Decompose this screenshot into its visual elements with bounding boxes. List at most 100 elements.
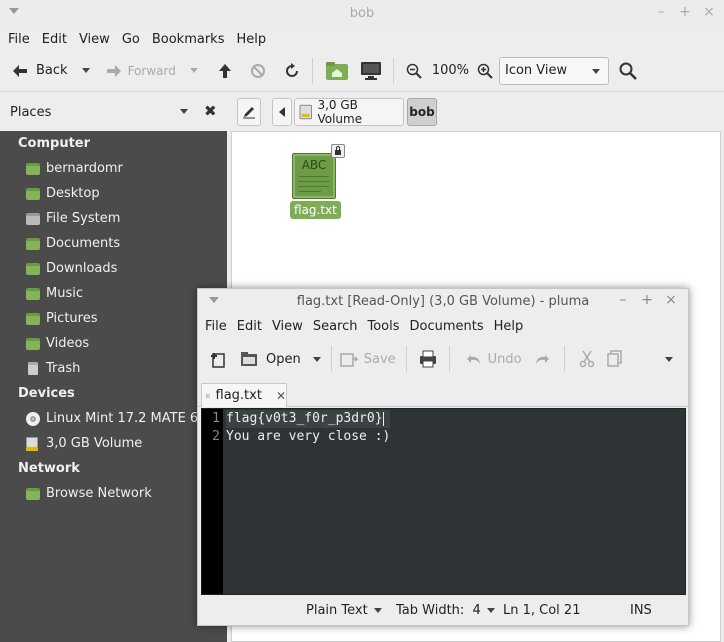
sidebar-item-downloads[interactable]: Downloads: [0, 256, 227, 281]
close-tab-button[interactable]: ✕: [276, 389, 286, 403]
tab-flag-txt[interactable]: flag.txt ✕: [201, 383, 287, 407]
chevron-down-icon: [486, 608, 495, 613]
menu-help[interactable]: Help: [230, 32, 272, 47]
sidebar-item-volume[interactable]: 3,0 GB Volume: [0, 431, 227, 456]
sidebar-item-filesystem[interactable]: File System: [0, 206, 227, 231]
window-titlebar[interactable]: bob – + ×: [0, 0, 724, 28]
toolbar-separator: [405, 346, 407, 372]
lock-icon: [331, 144, 345, 158]
cut-icon[interactable]: [579, 350, 595, 368]
forward-history-dropdown[interactable]: [189, 68, 198, 73]
stop-icon[interactable]: [250, 63, 266, 79]
menu-bookmarks[interactable]: Bookmarks: [146, 32, 231, 47]
print-icon[interactable]: [419, 350, 437, 368]
editor-statusbar: Plain Text Tab Width: 4 Ln 1, Col 21 INS: [198, 597, 688, 625]
toolbar-separator: [330, 346, 332, 372]
back-history-dropdown[interactable]: [81, 68, 90, 73]
folder-icon: [26, 262, 40, 275]
redo-icon[interactable]: [534, 352, 550, 366]
menu-tools[interactable]: Tools: [362, 319, 404, 334]
sidebar-item-linux-mint-disc[interactable]: Linux Mint 17.2 MATE 6...: [0, 406, 227, 431]
location-bar: Places ✖ 3,0 GB Volume bob: [0, 93, 724, 131]
save-button[interactable]: Save: [339, 351, 396, 367]
folder-icon: [26, 337, 40, 350]
menu-edit[interactable]: Edit: [232, 319, 267, 334]
undo-button[interactable]: Undo: [466, 352, 522, 367]
menu-file[interactable]: File: [200, 319, 232, 334]
network-folder-icon: [26, 487, 40, 500]
menu-file[interactable]: File: [2, 32, 36, 47]
up-arrow-icon[interactable]: [218, 63, 232, 79]
back-button[interactable]: Back: [12, 63, 68, 78]
file-item[interactable]: ABC flag.txt: [290, 144, 345, 223]
zoom-in-icon[interactable]: [477, 63, 493, 79]
path-volume-button[interactable]: 3,0 GB Volume: [294, 98, 404, 126]
sidebar-item-home[interactable]: bernardomr: [0, 156, 227, 181]
menu-documents[interactable]: Documents: [405, 319, 489, 334]
view-mode-select[interactable]: Icon View: [499, 56, 609, 85]
sidebar-item-music[interactable]: Music: [0, 281, 227, 306]
chevron-left-icon: [279, 107, 285, 117]
drive-icon: [26, 212, 40, 225]
reload-icon[interactable]: [284, 62, 300, 79]
back-arrow-icon: [13, 64, 27, 77]
sidebar-section-network: Network: [18, 461, 80, 476]
path-current-button[interactable]: bob: [407, 98, 437, 126]
open-button[interactable]: Open: [240, 351, 301, 367]
maximize-button[interactable]: +: [678, 4, 692, 20]
search-icon[interactable]: [619, 62, 637, 80]
editor-titlebar[interactable]: flag.txt [Read-Only] (3,0 GB Volume) - p…: [198, 289, 688, 315]
computer-icon[interactable]: [359, 61, 383, 81]
tab-width-select[interactable]: Tab Width: 4: [396, 603, 495, 618]
menu-search[interactable]: Search: [308, 319, 363, 334]
edit-location-button[interactable]: [237, 98, 261, 126]
home-folder-icon: [26, 162, 40, 175]
copy-icon[interactable]: [606, 350, 623, 368]
menu-view[interactable]: View: [267, 319, 308, 334]
toolbar-separator: [448, 346, 450, 372]
close-button[interactable]: ×: [664, 292, 678, 308]
sidebar-section-devices: Devices: [18, 386, 75, 401]
minimize-button[interactable]: –: [654, 4, 668, 20]
text-editor-area[interactable]: 1 2 flag{v0t3_f0r_p3dr0} You are very cl…: [201, 408, 686, 595]
close-sidebar-button[interactable]: ✖: [204, 102, 217, 120]
places-dropdown[interactable]: [180, 109, 188, 114]
path-back-button[interactable]: [272, 98, 292, 126]
new-document-icon[interactable]: [210, 350, 226, 368]
editor-line[interactable]: You are very close :): [226, 428, 390, 446]
syntax-select[interactable]: Plain Text: [306, 603, 382, 618]
insert-mode: INS: [630, 603, 652, 618]
forward-button[interactable]: Forward: [106, 64, 176, 78]
sidebar-item-documents[interactable]: Documents: [0, 231, 227, 256]
menu-edit[interactable]: Edit: [36, 32, 73, 47]
home-folder-icon[interactable]: [325, 61, 349, 81]
open-recent-dropdown[interactable]: [312, 356, 321, 362]
editor-title: flag.txt [Read-Only] (3,0 GB Volume) - p…: [296, 294, 590, 309]
sidebar-item-trash[interactable]: Trash: [0, 356, 227, 381]
sidebar-section-computer: Computer: [18, 136, 91, 151]
places-sidebar: Computer bernardomr Desktop File System …: [0, 131, 227, 642]
sidebar-item-desktop[interactable]: Desktop: [0, 181, 227, 206]
toolbar-separator: [311, 57, 313, 84]
text-document-icon: [206, 393, 210, 398]
minimize-button[interactable]: –: [616, 292, 630, 308]
disc-icon: [26, 411, 40, 426]
chevron-down-icon: [592, 68, 600, 74]
main-toolbar: Back Forward 100% Icon View: [0, 50, 724, 92]
toolbar-overflow-dropdown[interactable]: [664, 356, 673, 362]
zoom-level[interactable]: 100%: [432, 63, 469, 78]
sidebar-item-pictures[interactable]: Pictures: [0, 306, 227, 331]
sidebar-item-browse-network[interactable]: Browse Network: [0, 481, 227, 506]
sidebar-item-videos[interactable]: Videos: [0, 331, 227, 356]
menu-go[interactable]: Go: [116, 32, 146, 47]
pencil-icon: [243, 107, 255, 119]
folder-icon: [26, 237, 40, 250]
editor-content[interactable]: flag{v0t3_f0r_p3dr0} You are very close …: [226, 410, 391, 446]
editor-line[interactable]: flag{v0t3_f0r_p3dr0}: [226, 410, 391, 428]
close-button[interactable]: ×: [702, 4, 716, 20]
maximize-button[interactable]: +: [640, 292, 654, 308]
menu-help[interactable]: Help: [489, 319, 529, 334]
menu-view[interactable]: View: [73, 32, 116, 47]
zoom-out-icon[interactable]: [406, 63, 422, 79]
editor-toolbar: Open Save Undo: [198, 337, 688, 381]
